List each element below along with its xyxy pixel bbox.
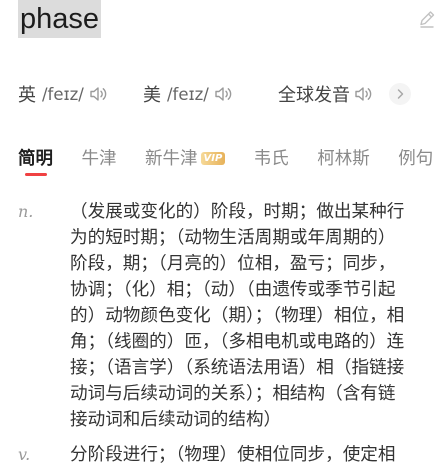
active-tab-indicator (24, 173, 47, 176)
global-pronunciation[interactable]: 全球发音 (278, 80, 373, 108)
dictionary-tabs: 简明 牛津 新牛津 VIP 韦氏 柯林斯 例句 (18, 144, 433, 176)
part-of-speech: n. (18, 202, 34, 221)
definition-verb: v. 分阶段进行；（物理）使相位同步，使定相 (18, 442, 413, 468)
definition-noun: n. （发展或变化的）阶段，时期；做出某种行为的短时期；（动物生活周期或年周期的… (18, 199, 413, 433)
speaker-icon[interactable] (88, 84, 108, 104)
chevron-right-icon (397, 89, 404, 99)
tab-label: 例句 (398, 148, 434, 168)
tab-new-oxford[interactable]: 新牛津 VIP (145, 144, 226, 172)
tab-examples[interactable]: 例句 (398, 144, 433, 172)
uk-label: 英 (18, 85, 36, 105)
more-pronunciations-button[interactable] (389, 83, 411, 105)
us-label: 美 (143, 85, 161, 105)
vip-badge: VIP (200, 151, 226, 165)
part-of-speech: v. (18, 445, 31, 464)
edit-icon[interactable] (417, 9, 437, 29)
definitions: n. （发展或变化的）阶段，时期；做出某种行为的短时期；（动物生活周期或年周期的… (18, 199, 413, 476)
tab-label: 新牛津 (145, 148, 198, 168)
speaker-icon[interactable] (353, 84, 373, 104)
tab-label: 柯林斯 (317, 148, 370, 168)
tab-oxford[interactable]: 牛津 (82, 144, 117, 172)
us-phonetic: /feɪz/ (167, 84, 209, 104)
uk-pronunciation[interactable]: 英 /feɪz/ (18, 80, 108, 108)
definition-text: 分阶段进行；（物理）使相位同步，使定相 (70, 445, 396, 465)
headword: phase (18, 0, 102, 38)
tab-webster[interactable]: 韦氏 (254, 144, 289, 172)
speaker-icon[interactable] (213, 84, 233, 104)
definition-text: （发展或变化的）阶段，时期；做出某种行为的短时期；（动物生活周期或年周期的）阶段… (70, 202, 405, 430)
tab-collins[interactable]: 柯林斯 (317, 144, 370, 172)
global-label: 全球发音 (278, 85, 350, 105)
tab-label: 简明 (18, 148, 53, 168)
tab-concise[interactable]: 简明 (18, 144, 53, 176)
tab-label: 韦氏 (253, 148, 289, 168)
uk-phonetic: /feɪz/ (42, 84, 84, 104)
us-pronunciation[interactable]: 美 /feɪz/ (143, 80, 233, 108)
tab-label: 牛津 (81, 148, 117, 168)
